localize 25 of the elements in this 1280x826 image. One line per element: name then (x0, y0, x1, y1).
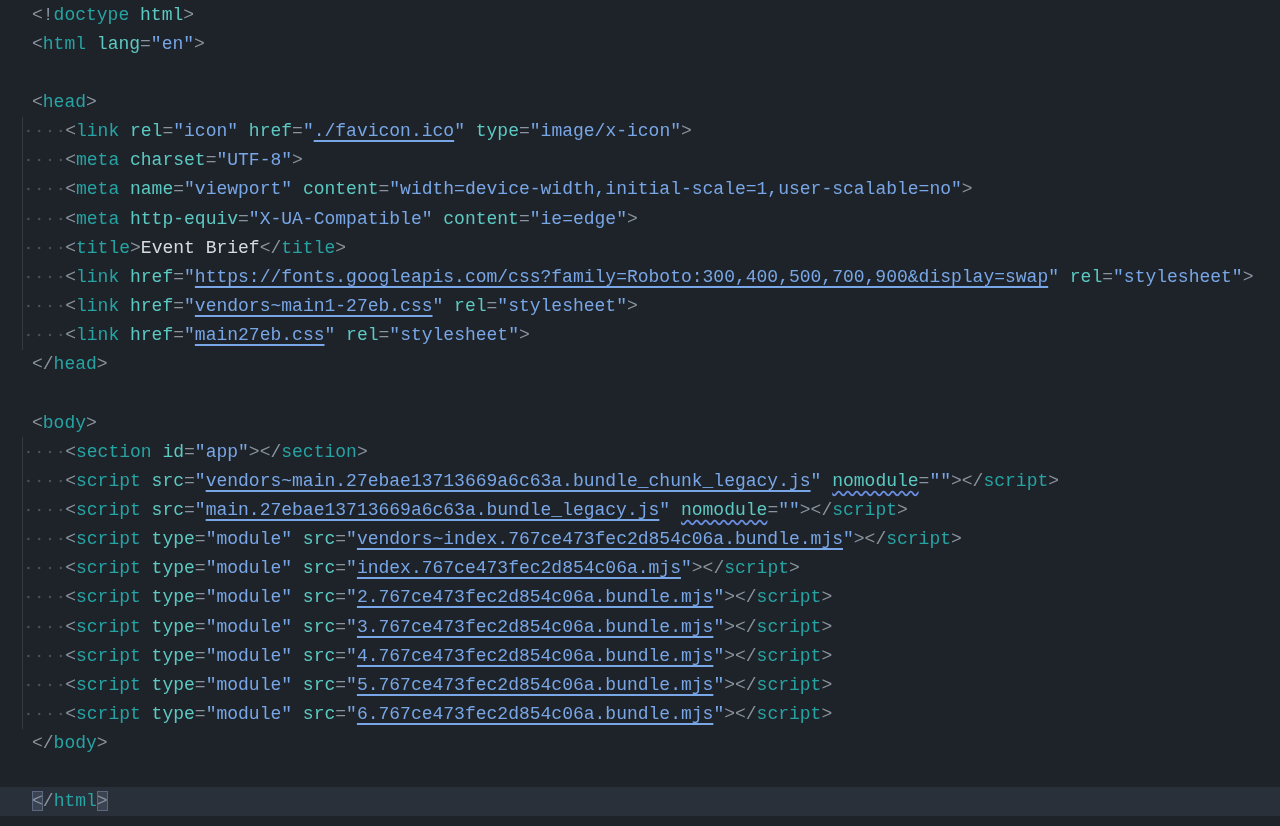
code-line: </head> (32, 354, 108, 375)
code-line: <link href="https://fonts.googleapis.com/css?family=Roboto:300,400,500,700,900&display=swap" rel="stylesheet"> (65, 266, 1254, 287)
code-line: <html lang="en"> (32, 33, 205, 54)
code-line: <link rel="icon" href="./favicon.ico" type="image/x-icon"> (65, 121, 692, 142)
code-line: <script type="module" src="index.767ce473fec2d854c06a.mjs"></script> (65, 558, 800, 579)
code-line: <script type="module" src="4.767ce473fec2d854c06a.bundle.mjs"></script> (65, 645, 833, 666)
code-line: <script type="module" src="5.767ce473fec2d854c06a.bundle.mjs"></script> (65, 674, 833, 695)
code-line: <link href="main27eb.css" rel="stylesheet"> (65, 325, 530, 346)
code-line: <meta name="viewport" content="width=device-width,initial-scale=1,user-scalable=no"> (65, 179, 973, 200)
code-line: <script type="module" src="2.767ce473fec2d854c06a.bundle.mjs"></script> (65, 587, 833, 608)
code-line: </html> (32, 791, 108, 812)
code-line: <script type="module" src="6.767ce473fec2d854c06a.bundle.mjs"></script> (65, 703, 833, 724)
code-line: <title>Event Brief</title> (65, 237, 347, 258)
code-line: <!doctype html> (32, 4, 195, 25)
code-line: <section id="app"></section> (65, 441, 368, 462)
code-line: </body> (32, 733, 108, 754)
code-line: <script src="main.27ebae13713669a6c63a.bundle_legacy.js" nomodule=""></script> (65, 499, 908, 520)
code-line: <script type="module" src="vendors~index.767ce473fec2d854c06a.bundle.mjs"></script> (65, 529, 962, 550)
code-line: <link href="vendors~main1-27eb.css" rel="stylesheet"> (65, 295, 638, 316)
code-line: <script type="module" src="3.767ce473fec2d854c06a.bundle.mjs"></script> (65, 616, 833, 637)
code-line: <meta http-equiv="X-UA-Compatible" content="ie=edge"> (65, 208, 638, 229)
code-line: <head> (32, 92, 97, 112)
code-line: <script src="vendors~main.27ebae13713669a6c63a.bundle_chunk_legacy.js" nomodule=""></script> (65, 470, 1060, 491)
code-line: <meta charset="UTF-8"> (65, 150, 303, 171)
code-line: <body> (32, 412, 97, 433)
